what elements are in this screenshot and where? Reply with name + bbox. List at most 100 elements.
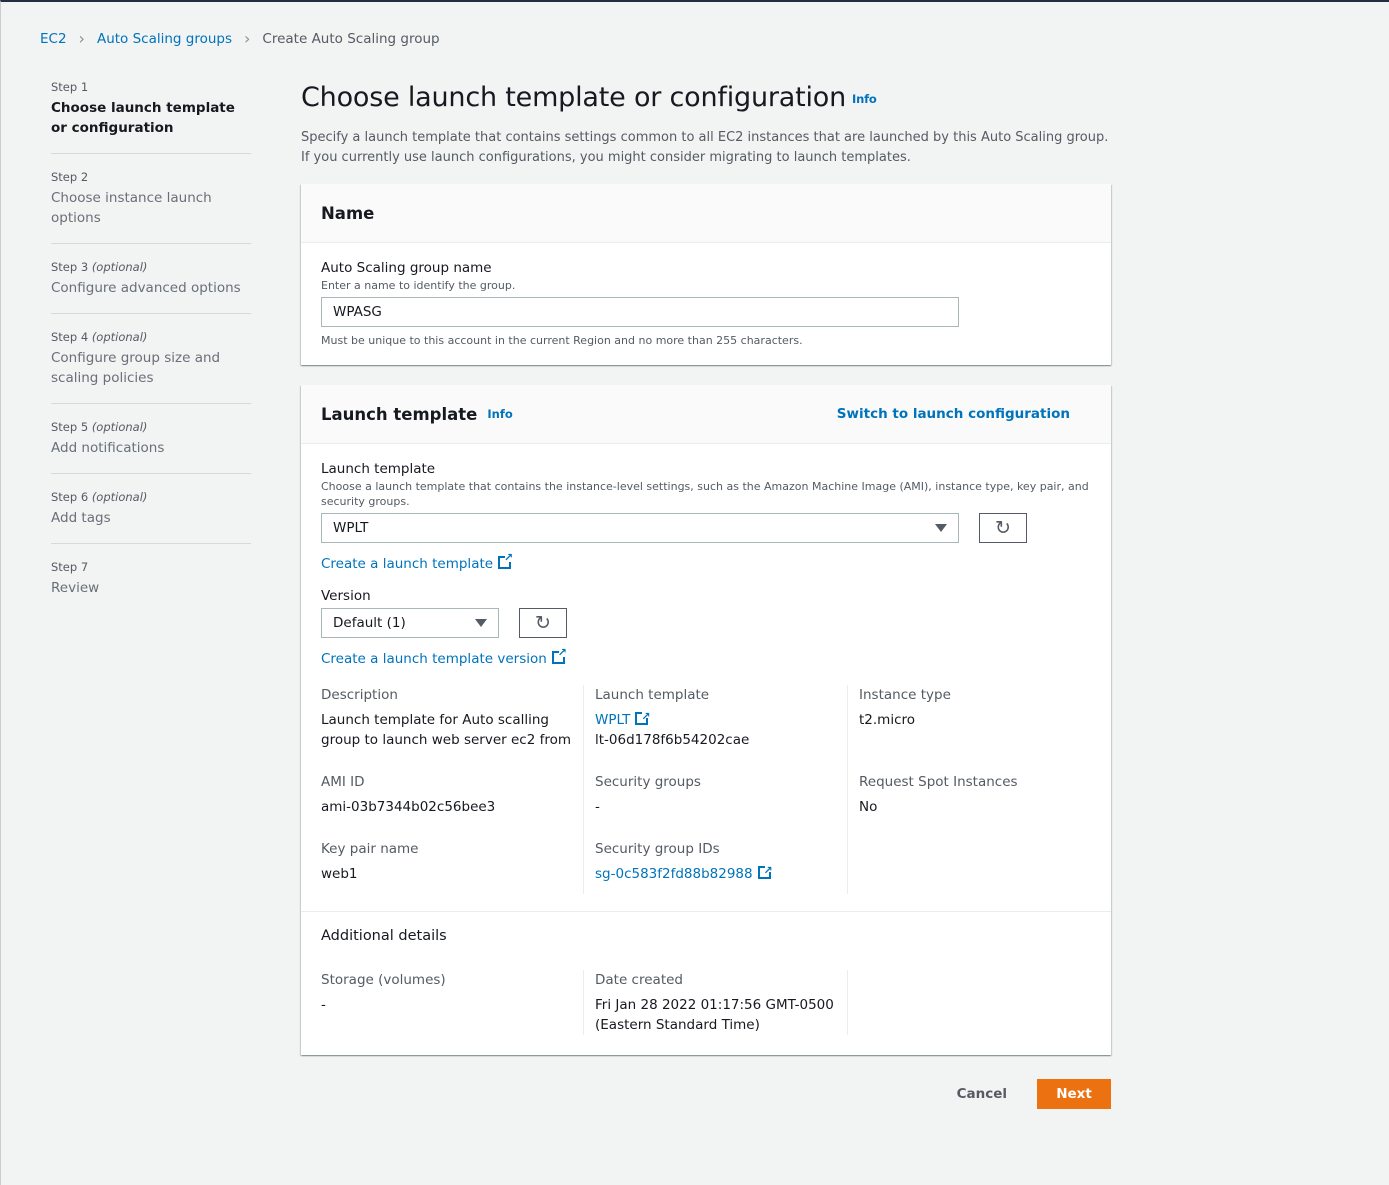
key: Storage (volumes) [321, 972, 446, 988]
launch-template-link[interactable]: WPLT [595, 707, 650, 728]
breadcrumb-ec2[interactable]: EC2 [40, 31, 67, 47]
kv: Date created Fri Jan 28 2022 01:17:56 GMT… [595, 970, 847, 1035]
page-title-text: Choose launch template or configuration [301, 82, 847, 113]
step-number: Step 7 [51, 560, 89, 574]
key: AMI ID [321, 774, 365, 790]
description-field: Description Launch template for Auto scal… [321, 685, 583, 750]
page-title: Choose launch template or configuration I… [301, 82, 1111, 113]
info-link[interactable]: Info [852, 92, 877, 106]
name-panel: Name Auto Scaling group name Enter a nam… [301, 184, 1111, 365]
step-2: Step 2 Choose instance launch options [51, 170, 251, 244]
link-text: Create a launch template [321, 556, 494, 572]
refresh-templates-button[interactable]: ↻ [979, 513, 1027, 543]
step-number: Step 4 (optional) [51, 330, 251, 344]
step-title[interactable]: Configure group size and scaling policie… [51, 348, 251, 388]
optional-label: (optional) [91, 260, 148, 274]
step-title[interactable]: Choose instance launch options [51, 188, 251, 228]
step-title[interactable]: Configure advanced options [51, 278, 251, 298]
refresh-icon: ↻ [995, 517, 1011, 539]
step-number-text: Step 5 [51, 420, 89, 434]
value: No [859, 799, 878, 815]
caret-down-icon [935, 524, 947, 532]
key: Launch template [595, 687, 710, 703]
storage-field: Storage (volumes) - [321, 970, 584, 1035]
launch-template-field: Launch template WPLT lt-06d178f6b54202cae [595, 685, 847, 750]
step-number: Step 6 (optional) [51, 490, 251, 504]
value: Launch template for Auto scalling group … [321, 712, 572, 748]
asg-name-input[interactable]: WPASG [321, 297, 959, 327]
field-hint: Enter a name to identify the group. [321, 279, 516, 292]
chevron-right-icon: › [244, 29, 251, 48]
step-number: Step 3 (optional) [51, 260, 251, 274]
cancel-button[interactable]: Cancel [957, 1086, 1007, 1102]
kv: Storage (volumes) - [321, 970, 583, 1015]
step-6: Step 6 (optional) Add tags [51, 490, 251, 544]
breadcrumb-auto-scaling-groups[interactable]: Auto Scaling groups [97, 31, 232, 47]
wizard-steps: Step 1 Choose launch template or configur… [51, 80, 251, 629]
step-title[interactable]: Add notifications [51, 438, 251, 458]
step-title[interactable]: Review [51, 578, 251, 598]
step-number-text: Step 3 [51, 260, 89, 274]
key-pair-field: Key pair name web1 [321, 839, 583, 884]
info-link[interactable]: Info [487, 407, 512, 421]
refresh-versions-button[interactable]: ↻ [519, 608, 567, 638]
step-4: Step 4 (optional) Configure group size an… [51, 330, 251, 404]
version-label: Version [321, 588, 371, 604]
external-link-icon [498, 551, 513, 569]
details-column-2: Launch templateWPLTlt-06d178f6b54202cae … [584, 685, 848, 894]
step-number: Step 2 [51, 170, 89, 184]
step-title[interactable]: Add tags [51, 508, 251, 528]
key: Date created [595, 972, 683, 988]
key: Security group IDs [595, 841, 720, 857]
step-3: Step 3 (optional) Configure advanced opti… [51, 260, 251, 314]
security-groups-field: Security groups - [595, 772, 847, 817]
step-1: Step 1 Choose launch template or configur… [51, 80, 251, 154]
link-text: Create a launch template version [321, 651, 547, 667]
template-details: Description Launch template for Auto scal… [321, 685, 1091, 894]
field-label: Launch template [321, 461, 436, 477]
key: Key pair name [321, 841, 419, 857]
security-group-link[interactable]: sg-0c583f2fd88b82988 [595, 861, 773, 882]
step-number: Step 5 (optional) [51, 420, 251, 434]
step-5: Step 5 (optional) Add notifications [51, 420, 251, 474]
value: t2.micro [859, 712, 916, 728]
link-text: sg-0c583f2fd88b82988 [595, 866, 753, 882]
spot-instances-field: Request Spot Instances No [859, 772, 1111, 817]
security-group-ids-field: Security group IDs sg-0c583f2fd88b82988 [595, 839, 847, 884]
external-link-icon [757, 861, 773, 881]
create-launch-template-link[interactable]: Create a launch template [321, 551, 513, 572]
key: Request Spot Instances [859, 774, 1018, 790]
launch-template-select[interactable]: WPLT [321, 513, 959, 543]
panel-title: Name [301, 184, 1111, 243]
select-value: Default (1) [333, 615, 406, 631]
optional-label: (optional) [91, 330, 148, 344]
breadcrumb-current: Create Auto Scaling group [262, 30, 440, 47]
value: - [595, 799, 600, 815]
step-number: Step 1 [51, 80, 89, 94]
next-button[interactable]: Next [1037, 1079, 1111, 1109]
version-select[interactable]: Default (1) [321, 608, 499, 638]
panel-title: Launch template [321, 404, 478, 424]
value: ami-03b7344b02c56bee3 [321, 799, 496, 815]
switch-to-launch-configuration-link[interactable]: Switch to launch configuration [837, 406, 1070, 422]
external-link-icon [551, 646, 567, 664]
details-column-1: Description Launch template for Auto scal… [321, 685, 584, 894]
value: - [321, 997, 326, 1013]
ami-id-field: AMI ID ami-03b7344b02c56bee3 [321, 772, 583, 817]
create-launch-template-version-link[interactable]: Create a launch template version [321, 646, 567, 667]
section-title: Additional details [321, 928, 447, 944]
optional-label: (optional) [91, 490, 148, 504]
page-description: Specify a launch template that contains … [301, 130, 1109, 165]
additional-details-grid: Storage (volumes) - Date created Fri Jan 2… [321, 970, 1091, 1035]
link-text: WPLT [595, 712, 631, 728]
wizard-footer: Cancel Next [301, 1079, 1111, 1109]
instance-type-field: Instance type t2.micro [859, 685, 1111, 730]
key: Instance type [859, 687, 951, 703]
step-number-text: Step 4 [51, 330, 89, 344]
main-content: Choose launch template or configuration I… [301, 82, 1111, 1055]
step-7: Step 7 Review [51, 560, 251, 613]
launch-template-id: lt-06d178f6b54202cae [595, 732, 750, 748]
step-title: Choose launch template or configuration [51, 100, 235, 136]
field-constraint: Must be unique to this account in the cu… [321, 334, 803, 347]
empty-column [848, 970, 1111, 1035]
